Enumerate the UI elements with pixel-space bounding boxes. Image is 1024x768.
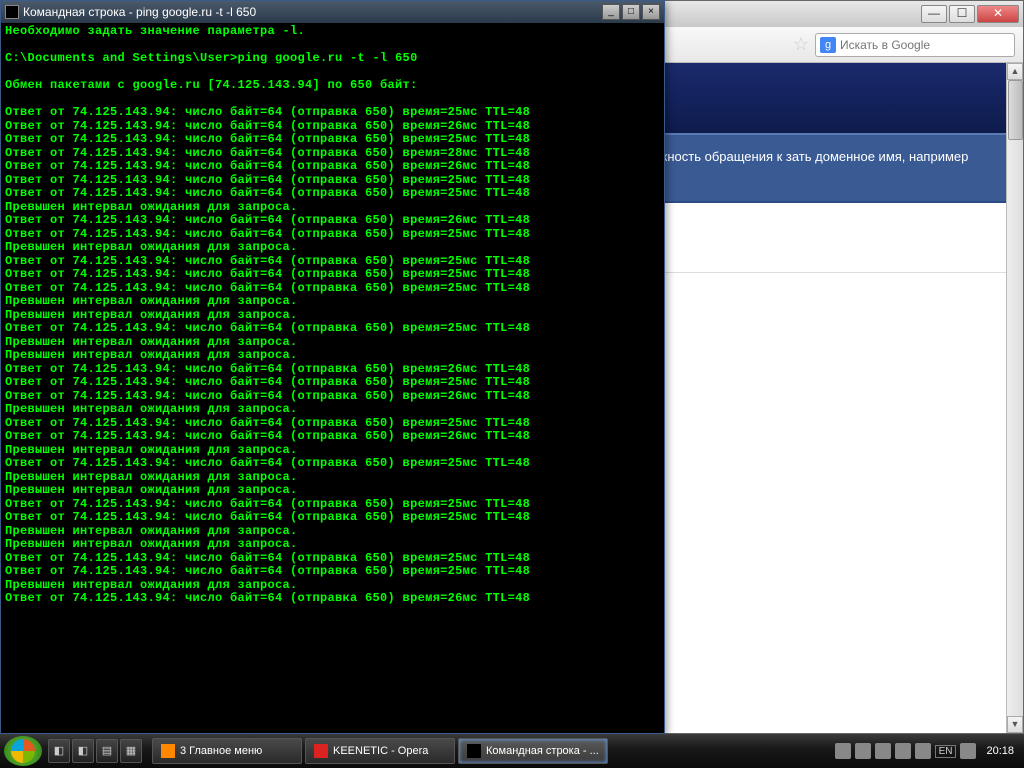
ql-item-1[interactable]: ◧: [48, 739, 70, 763]
browser-close-button[interactable]: ✕: [977, 5, 1019, 23]
tray-icon-flag[interactable]: [915, 743, 931, 759]
cmd-app-icon: [5, 5, 19, 19]
search-input[interactable]: [840, 38, 1010, 52]
windows-logo-icon: [11, 739, 35, 763]
tray-icon-shield[interactable]: [895, 743, 911, 759]
task-app-icon: [314, 744, 328, 758]
tray-icon-misc[interactable]: [960, 743, 976, 759]
taskbar: ◧ ◧ ▤ ▦ 3 Главное меню KEENETIC - Opera Ко…: [0, 734, 1024, 768]
task-app-icon: [161, 744, 175, 758]
browser-minimize-button[interactable]: —: [921, 5, 947, 23]
command-prompt-window: Командная строка - ping google.ru -t -l …: [0, 0, 665, 734]
bookmark-star-icon[interactable]: ☆: [793, 34, 809, 55]
taskbar-clock[interactable]: 20:18: [986, 745, 1014, 757]
taskbar-item-2[interactable]: Командная строка - ...: [458, 738, 608, 764]
quick-launch: ◧ ◧ ▤ ▦: [48, 739, 142, 763]
task-item-label: Командная строка - ...: [486, 745, 599, 757]
browser-vertical-scrollbar[interactable]: ▲ ▼: [1006, 63, 1023, 733]
ql-item-2[interactable]: ◧: [72, 739, 94, 763]
scroll-up-icon[interactable]: ▲: [1007, 63, 1023, 80]
taskbar-item-0[interactable]: 3 Главное меню: [152, 738, 302, 764]
cmd-window-title: Командная строка - ping google.ru -t -l …: [23, 5, 602, 19]
cmd-output-area[interactable]: Необходимо задать значение параметра -l.…: [1, 23, 664, 733]
task-app-icon: [467, 744, 481, 758]
google-badge-icon: g: [820, 37, 836, 53]
browser-maximize-button[interactable]: ☐: [949, 5, 975, 23]
cmd-titlebar[interactable]: Командная строка - ping google.ru -t -l …: [1, 1, 664, 23]
task-item-label: KEENETIC - Opera: [333, 745, 428, 757]
scroll-down-icon[interactable]: ▼: [1007, 716, 1023, 733]
tray-icon-chevron[interactable]: [835, 743, 851, 759]
scroll-thumb[interactable]: [1008, 80, 1023, 140]
ql-item-4[interactable]: ▦: [120, 739, 142, 763]
taskbar-items: 3 Главное меню KEENETIC - Opera Командная …: [152, 738, 829, 764]
task-item-label: 3 Главное меню: [180, 745, 262, 757]
browser-search-box[interactable]: g: [815, 33, 1015, 57]
language-indicator[interactable]: EN: [935, 745, 957, 758]
cmd-minimize-button[interactable]: _: [602, 4, 620, 20]
cmd-close-button[interactable]: ×: [642, 4, 660, 20]
tray-icon-network[interactable]: [855, 743, 871, 759]
tray-icon-sound[interactable]: [875, 743, 891, 759]
cmd-maximize-button[interactable]: □: [622, 4, 640, 20]
taskbar-item-1[interactable]: KEENETIC - Opera: [305, 738, 455, 764]
start-button[interactable]: [4, 736, 42, 766]
system-tray: EN 20:18: [829, 743, 1020, 759]
ql-item-3[interactable]: ▤: [96, 739, 118, 763]
